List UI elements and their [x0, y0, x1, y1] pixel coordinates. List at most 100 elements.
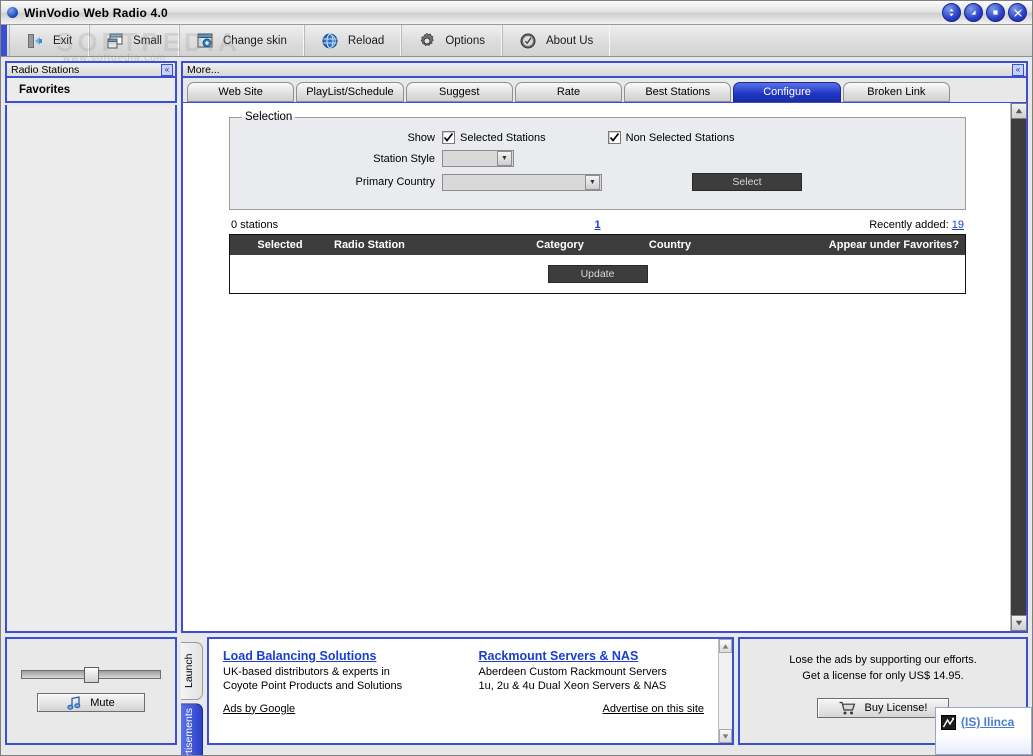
tab-rate[interactable]: Rate — [514, 82, 623, 102]
ads-vertical-scrollbar[interactable] — [718, 639, 732, 743]
checkbox-selected-stations[interactable] — [442, 131, 455, 144]
station-style-select[interactable]: ▼ — [442, 150, 514, 167]
bottom-dock: Mute Launch Advertisements Load Balancin… — [1, 637, 1032, 755]
ad-title-link-1[interactable]: Load Balancing Solutions — [223, 649, 449, 663]
update-button[interactable]: Update — [547, 265, 648, 283]
cart-icon — [839, 701, 855, 715]
checkmark-icon — [443, 132, 454, 142]
scroll-up-button[interactable] — [1011, 103, 1027, 119]
toolbar-button-reload[interactable]: Reload — [303, 25, 402, 56]
sidebar-header-label: Radio Stations — [11, 63, 80, 76]
buy-license-label: Buy License! — [864, 701, 928, 714]
selection-area: Selection Show Selected Stations Non Sel… — [187, 109, 1006, 294]
sidebar-station-list[interactable] — [5, 105, 177, 633]
ad-description-line: Aberdeen Custom Rackmount Servers — [478, 666, 667, 678]
tab-suggest[interactable]: Suggest — [405, 82, 513, 102]
scroll-down-button[interactable] — [1011, 615, 1027, 631]
ads-by-google-link[interactable]: Ads by Google — [223, 703, 295, 715]
buy-license-button[interactable]: Buy License! — [817, 697, 949, 718]
checkmark-icon — [609, 132, 619, 142]
stations-count: 0 stations — [231, 219, 279, 231]
ad-title-link-2[interactable]: Rackmount Servers & NAS — [479, 649, 705, 663]
scroll-track[interactable] — [1011, 119, 1026, 615]
sidebar-collapse-icon[interactable]: « — [161, 63, 173, 76]
more-bar: More... « — [181, 61, 1028, 78]
column-header-country: Country — [648, 239, 692, 251]
column-header-category: Category — [536, 239, 584, 251]
stations-table-header: Selected Radio Station Category Country … — [230, 235, 965, 255]
tab-broken-link[interactable]: Broken Link — [842, 82, 950, 102]
mute-button[interactable]: Mute — [37, 693, 145, 712]
row-station-style: Station Style ▼ — [242, 150, 953, 167]
toolbar-button-small[interactable]: Small — [89, 25, 179, 56]
ads-scroll-down-button[interactable] — [719, 729, 732, 743]
vertical-tab-advertisements[interactable]: Advertisements — [181, 703, 203, 756]
sidebar: Radio Stations « Favorites — [5, 61, 177, 633]
main-panel: More... « Web Site PlayList/Schedule Sug… — [181, 61, 1028, 633]
stations-summary-bar: 0 stations 1 Recently added: 19 — [229, 219, 966, 231]
window-controls — [942, 3, 1027, 22]
advertise-on-site: Advertise on this site — [479, 703, 705, 715]
minimize-button[interactable] — [964, 3, 983, 22]
vertical-tab-label: Launch — [183, 653, 195, 689]
tab-label: Rate — [556, 86, 581, 98]
station-style-label: Station Style — [373, 152, 435, 165]
recently-added-link[interactable]: 19 — [952, 219, 964, 231]
select-button[interactable]: Select — [692, 173, 802, 191]
chevron-up-icon — [722, 643, 729, 649]
chevron-down-icon — [722, 733, 729, 739]
tab-label: Web Site — [218, 86, 263, 98]
tab-bar: Web Site PlayList/Schedule Suggest Rate … — [181, 78, 1028, 102]
window-title: WinVodio Web Radio 4.0 — [24, 5, 168, 20]
checkbox-label-selected-stations: Selected Stations — [460, 131, 546, 144]
checkbox-non-selected-stations[interactable] — [607, 131, 621, 144]
chevron-down-icon: ▼ — [497, 151, 512, 166]
station-popup-link[interactable]: (IS) Ilinca — [961, 715, 1014, 729]
volume-slider[interactable] — [21, 667, 161, 683]
toolbar-button-options[interactable]: Options — [401, 25, 502, 56]
advertise-on-site-link[interactable]: Advertise on this site — [603, 703, 705, 715]
volume-slider-thumb[interactable] — [84, 667, 99, 683]
stations-table: Selected Radio Station Category Country … — [229, 234, 966, 294]
ads-scroll-up-button[interactable] — [719, 639, 732, 653]
recently-added-label: Recently added: — [869, 219, 949, 231]
toolbar-button-about-us[interactable]: About Us — [501, 25, 611, 56]
chevron-up-icon — [1015, 108, 1023, 114]
tab-web-site[interactable]: Web Site — [187, 82, 295, 102]
toolbar-label-change-skin: Change skin — [222, 34, 287, 47]
toolbar-button-change-skin[interactable]: Change skin — [178, 25, 304, 56]
restore-vertical-button[interactable] — [942, 3, 961, 22]
station-popup[interactable]: (IS) Ilinca — [935, 707, 1032, 755]
toolbar-button-exit[interactable]: Exit — [9, 25, 90, 56]
tab-label: Configure — [763, 86, 811, 98]
primary-country-label: Primary Country — [355, 176, 435, 188]
ad-description-line: 1u, 2u & 4u Dual Xeon Servers & NAS — [478, 680, 667, 693]
body-area: Radio Stations « Favorites More... « Web… — [1, 57, 1032, 637]
vertical-tab-launch[interactable]: Launch — [181, 642, 203, 700]
more-label: More... — [187, 63, 220, 76]
tab-best-stations[interactable]: Best Stations — [624, 82, 732, 102]
column-header-radio-station: Radio Station — [334, 239, 405, 251]
chevron-down-icon — [1015, 620, 1023, 626]
sidebar-item-favorites[interactable]: Favorites — [5, 78, 177, 103]
dock-vertical-tabs: Launch Advertisements — [181, 637, 203, 755]
close-button[interactable] — [1008, 3, 1027, 22]
recently-added: Recently added: 19 — [601, 219, 964, 231]
main-collapse-icon[interactable]: « — [1012, 63, 1024, 76]
content-vertical-scrollbar[interactable] — [1010, 103, 1027, 631]
skin-icon — [197, 33, 213, 47]
title-bar: WinVodio Web Radio 4.0 — [1, 1, 1032, 25]
tab-configure[interactable]: Configure — [733, 82, 841, 102]
app-logo-icon — [7, 7, 18, 18]
chevron-down-icon: ▼ — [585, 174, 600, 190]
exit-icon — [28, 33, 42, 48]
vertical-tab-label: Advertisements — [183, 708, 195, 756]
application-window: WinVodio Web Radio 4.0 SOFTPEDIA www.sof… — [0, 0, 1033, 756]
ad-description-line: Coyote Point Products and Solutions — [223, 680, 403, 693]
tab-playlist-schedule[interactable]: PlayList/Schedule — [296, 82, 404, 102]
configure-page: Selection Show Selected Stations Non Sel… — [183, 103, 1010, 631]
ad-item-2: Rackmount Servers & NAS Aberdeen Custom … — [479, 649, 705, 733]
maximize-button[interactable] — [986, 3, 1005, 22]
selection-legend: Selection — [245, 111, 293, 123]
primary-country-select[interactable]: ▼ — [442, 173, 602, 191]
